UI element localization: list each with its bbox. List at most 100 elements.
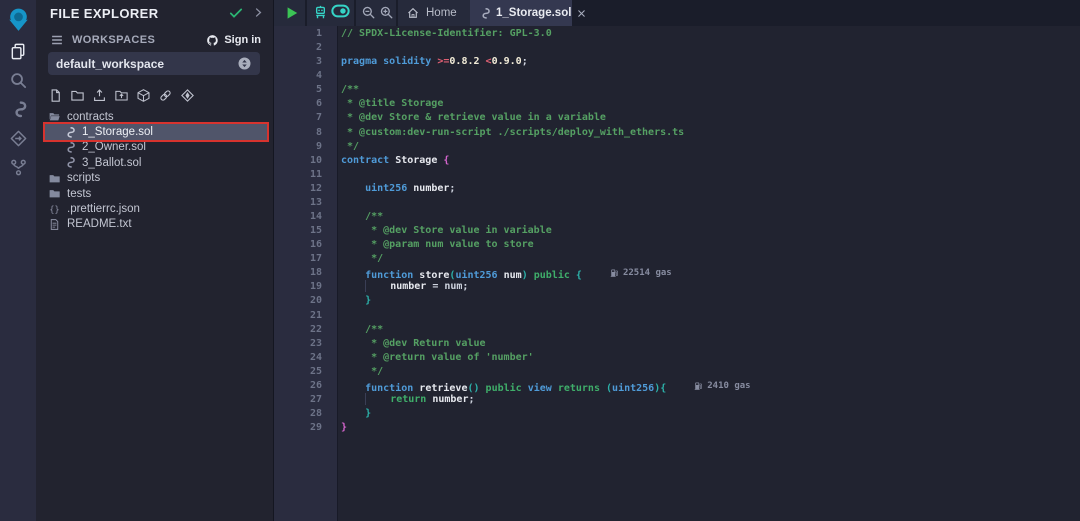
workspaces-menu-icon[interactable] [50,33,64,47]
file-2-owner-sol[interactable]: 2_Owner.sol [36,140,273,155]
line-number: 21 [274,309,337,323]
code-line-17: */ [341,252,1080,266]
remix-ide-window: FILE EXPLORER WORKSPACES Sign in default… [0,0,1080,521]
editor-gutter: 1234567891011121314151617181920212223242… [274,26,337,521]
upload-folder-icon[interactable] [114,88,129,103]
code-line-8: * @custom:dev-run-script ./scripts/deplo… [341,126,1080,140]
code-line-20: } [341,294,1080,308]
code-line-29: } [341,421,1080,435]
code-line-10: contract Storage { [341,154,1080,168]
file--prettierrc-json[interactable]: {} .prettierrc.json [36,201,273,216]
toolbar-separator [396,0,398,26]
line-number: 1 [274,27,337,41]
git-icon[interactable] [7,156,29,178]
line-number: 22 [274,323,337,337]
line-number: 20 [274,294,337,308]
file-label: 2_Owner.sol [82,141,146,153]
solidity-file-icon [63,141,76,154]
code-line-26: function retrieve() public view returns … [341,379,1080,393]
deploy-run-icon[interactable] [7,127,29,149]
toolbar-separator [354,0,356,26]
file-3-ballot-sol[interactable]: 3_Ballot.sol [36,155,273,170]
activity-bar [0,0,36,521]
svg-text:{}: {} [49,204,59,214]
folder-open-icon [48,110,61,123]
file-label: .prettierrc.json [67,203,140,215]
file-label: 3_Ballot.sol [82,157,141,169]
line-number: 27 [274,393,337,407]
code-line-19: number = num; [341,280,1080,294]
file-readme-txt[interactable]: README.txt [36,217,273,232]
code-line-4 [341,69,1080,83]
upload-file-icon[interactable] [92,88,107,103]
file-explorer-icon[interactable] [7,40,29,62]
home-icon [406,6,420,20]
ai-assistant-icon[interactable] [312,4,329,21]
braces-icon: {} [48,203,61,216]
tab-1-storage-sol[interactable]: 1_Storage.sol [470,0,572,26]
code-line-28: } [341,407,1080,421]
code-line-21 [341,309,1080,323]
code-line-12: uint256 number; [341,182,1080,196]
gas-estimate-badge: 2410 gas [694,379,750,393]
zoom-in-button[interactable] [379,5,394,20]
line-number: 25 [274,365,337,379]
line-number: 14 [274,210,337,224]
code-line-25: */ [341,365,1080,379]
line-number: 17 [274,252,337,266]
line-number: 16 [274,238,337,252]
panel-title: FILE EXPLORER [50,6,159,21]
file-label: tests [67,188,91,200]
folder-icon [48,172,61,185]
home-tab-label: Home [426,7,457,19]
file-scripts[interactable]: scripts [36,171,273,186]
workspace-name: default_workspace [56,57,164,71]
sign-in-label: Sign in [224,34,261,46]
line-number: 4 [274,69,337,83]
solidity-compiler-icon[interactable] [7,98,29,120]
new-folder-icon[interactable] [70,88,85,103]
folder-icon [48,187,61,200]
check-icon[interactable] [228,5,244,26]
ipfs-cube-icon[interactable] [136,88,151,103]
file-label: contracts [67,111,114,123]
code-editor[interactable]: // SPDX-License-Identifier: GPL-3.0pragm… [337,26,1080,521]
sign-in-button[interactable]: Sign in [206,34,261,47]
file-1-storage-sol[interactable]: 1_Storage.sol [36,124,273,139]
line-number: 9 [274,140,337,154]
workspaces-header: WORKSPACES Sign in [50,32,261,48]
code-line-13 [341,196,1080,210]
code-line-23: * @dev Return value [341,337,1080,351]
updown-icon [237,56,252,71]
code-line-22: /** [341,323,1080,337]
line-number: 23 [274,337,337,351]
code-line-27: return number; [341,393,1080,407]
line-number: 18 [274,266,337,280]
remix-logo-icon[interactable] [4,5,32,33]
code-line-2 [341,41,1080,55]
ai-toggle[interactable] [331,4,350,18]
file-text-icon [48,218,61,231]
line-number: 8 [274,126,337,140]
solidity-badge-icon[interactable] [180,88,195,103]
workspace-selector[interactable]: default_workspace [48,52,260,75]
search-icon[interactable] [7,69,29,91]
line-number: 2 [274,41,337,55]
zoom-out-button[interactable] [361,5,376,20]
solidity-file-icon [478,7,491,20]
tab-home[interactable]: Home [398,0,470,26]
toolbar-separator [305,0,307,26]
run-script-button[interactable] [284,5,300,21]
file-actions-toolbar [48,88,195,103]
close-tab-icon[interactable] [576,8,587,19]
github-icon [206,34,219,47]
chevron-right-icon[interactable] [252,6,265,24]
line-number: 29 [274,421,337,435]
file-tab-label: 1_Storage.sol [496,7,571,19]
file-label: README.txt [67,218,132,230]
new-file-icon[interactable] [48,88,63,103]
link-icon[interactable] [158,88,173,103]
line-number: 3 [274,55,337,69]
line-number: 26 [274,379,337,393]
file-tests[interactable]: tests [36,186,273,201]
